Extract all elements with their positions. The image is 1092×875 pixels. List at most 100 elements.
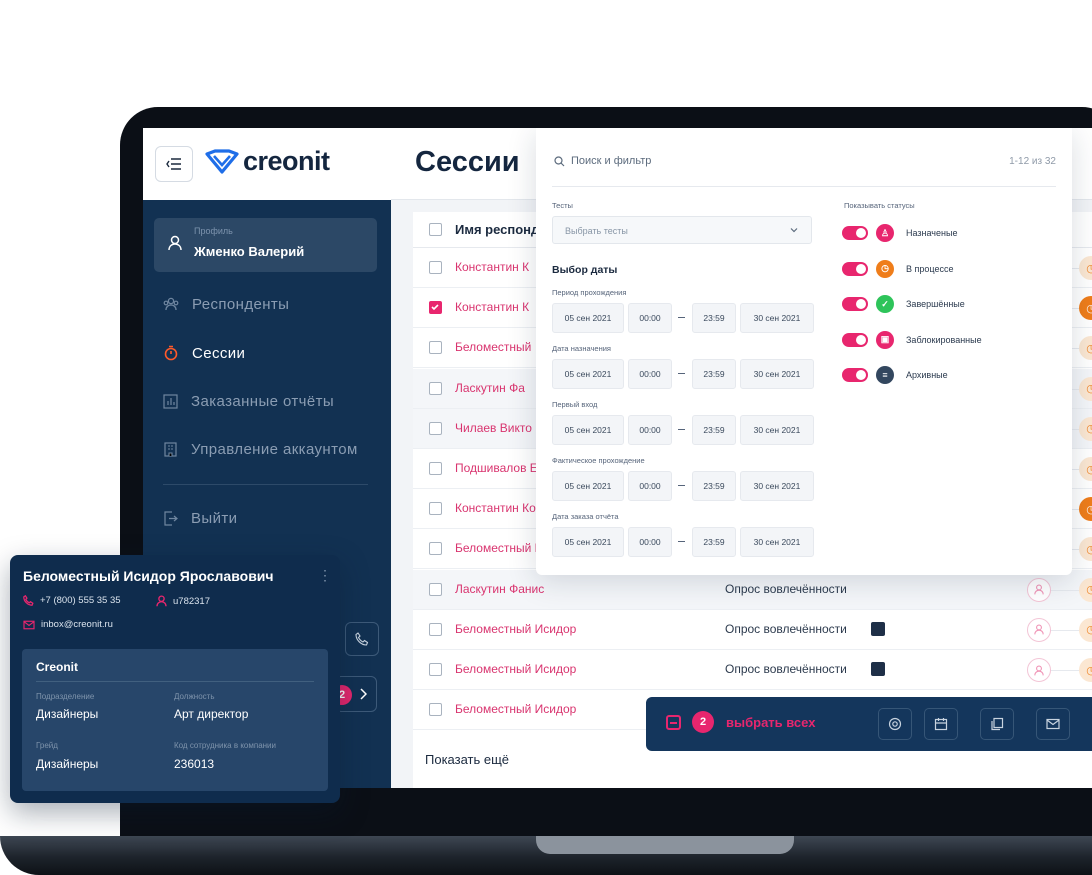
- date-from-input[interactable]: 05 сен 2021: [552, 471, 624, 501]
- chevron-right-icon: [360, 688, 367, 700]
- stage-progress-icon: ◷: [1079, 336, 1092, 361]
- sidebar-item-respondents[interactable]: Респонденты: [163, 292, 289, 316]
- sidebar-item-sessions[interactable]: Сессии: [163, 341, 245, 365]
- row-checkbox[interactable]: [429, 421, 442, 435]
- date-from-input[interactable]: 05 сен 2021: [552, 359, 624, 389]
- row-checkbox[interactable]: [429, 341, 442, 355]
- row-checkbox[interactable]: [429, 622, 442, 636]
- respondent-name[interactable]: Ласкутин Фа: [455, 381, 525, 395]
- schedule-action-button[interactable]: [924, 708, 958, 740]
- time-from-input[interactable]: 00:00: [628, 359, 672, 389]
- date-to-input[interactable]: 30 сен 2021: [740, 303, 814, 333]
- table-row[interactable]: Беломестный Исидор Опрос вовлечённости ◷: [413, 609, 1092, 650]
- status-toggle[interactable]: [842, 261, 868, 276]
- status-filter-row: ▣ Заблокированные: [842, 329, 982, 351]
- status-toggle[interactable]: [842, 297, 868, 311]
- status-toggle[interactable]: [842, 332, 868, 347]
- respondent-name[interactable]: Беломестный Исидор: [455, 622, 576, 636]
- date-from-input[interactable]: 05 сен 2021: [552, 415, 624, 445]
- table-row[interactable]: Ласкутин Фанис Опрос вовлечённости ◷: [413, 569, 1092, 610]
- respondent-name[interactable]: Беломестный Исидор: [455, 702, 576, 716]
- user-icon: [1034, 624, 1044, 635]
- range-dash: [678, 541, 685, 542]
- field-value: Дизайнеры: [36, 707, 99, 721]
- show-more-button[interactable]: Показать ещё: [425, 752, 509, 767]
- stage-progress-icon: ◷: [1079, 497, 1092, 522]
- contact-email[interactable]: inbox@creonit.ru: [23, 619, 113, 630]
- date-from-input[interactable]: 05 сен 2021: [552, 527, 624, 557]
- time-from-input[interactable]: 00:00: [628, 415, 672, 445]
- date-filter-label: Первый вход: [552, 400, 598, 409]
- date-to-input[interactable]: 30 сен 2021: [740, 471, 814, 501]
- respondent-name[interactable]: Беломестный: [455, 340, 531, 354]
- date-to-input[interactable]: 30 сен 2021: [740, 359, 814, 389]
- time-from-input[interactable]: 00:00: [628, 527, 672, 557]
- tests-select[interactable]: Выбрать тесты: [552, 216, 812, 244]
- select-all-checkbox[interactable]: [429, 223, 442, 236]
- stage-connector: [1051, 629, 1081, 631]
- survey-name: Опрос вовлечённости: [725, 581, 847, 596]
- time-to-input[interactable]: 23:59: [692, 359, 736, 389]
- mention-action-button[interactable]: [878, 708, 912, 740]
- logout-label: Выйти: [191, 509, 238, 527]
- contact-phone[interactable]: +7 (800) 555 35 35: [23, 595, 121, 606]
- row-checkbox[interactable]: [429, 301, 442, 315]
- column-header-name[interactable]: Имя респонд: [455, 222, 539, 237]
- respondent-name[interactable]: Константин К: [455, 300, 529, 314]
- contact-card: Беломестный Исидор Ярославович ⋮ +7 (800…: [10, 555, 340, 803]
- row-checkbox[interactable]: [429, 502, 442, 516]
- respondent-name[interactable]: Ласкутин Фанис: [455, 582, 544, 596]
- select-all-button[interactable]: выбрать всех: [726, 715, 815, 730]
- date-range-row: 05 сен 2021 00:00 23:59 30 сен 2021: [552, 527, 814, 557]
- time-to-input[interactable]: 23:59: [692, 471, 736, 501]
- row-checkbox[interactable]: [429, 381, 442, 395]
- row-checkbox[interactable]: [429, 462, 442, 475]
- row-checkbox[interactable]: [429, 663, 442, 676]
- profile-card[interactable]: Профиль Жменко Валерий: [154, 218, 377, 272]
- respondent-name[interactable]: Константин К: [455, 260, 529, 274]
- row-checkbox[interactable]: [429, 542, 442, 556]
- time-to-input[interactable]: 23:59: [692, 415, 736, 445]
- status-label: Завершённые: [906, 299, 965, 309]
- stage-connector: [1051, 589, 1081, 591]
- time-from-input[interactable]: 00:00: [628, 471, 672, 501]
- logo[interactable]: creonit: [205, 146, 330, 177]
- filter-search-input[interactable]: Поиск и фильтр: [554, 155, 651, 167]
- time-from-input[interactable]: 00:00: [628, 303, 672, 333]
- more-options-icon[interactable]: ⋮: [318, 567, 332, 584]
- stage-connector: [1051, 670, 1081, 671]
- copy-action-button[interactable]: [980, 708, 1014, 740]
- table-row[interactable]: Беломестный Исидор Опрос вовлечённости ◷: [413, 650, 1092, 690]
- menu-toggle-button[interactable]: [155, 146, 193, 182]
- stage-progress-icon: ◷: [1079, 416, 1092, 441]
- filter-panel: Поиск и фильтр 1-12 из 32 Тесты Выбрать …: [536, 128, 1072, 575]
- logo-text: creonit: [243, 146, 330, 176]
- respondent-name[interactable]: Беломестный Исидор: [455, 662, 576, 676]
- respondent-name[interactable]: Чилаев Викто: [455, 421, 532, 435]
- row-checkbox[interactable]: [429, 261, 442, 274]
- status-toggle[interactable]: [842, 226, 868, 240]
- date-to-input[interactable]: 30 сен 2021: [740, 527, 814, 557]
- sidebar-item-account[interactable]: Управление аккаунтом: [163, 437, 358, 461]
- sidebar-item-reports[interactable]: Заказанные отчёты: [163, 389, 334, 413]
- time-to-input[interactable]: 23:59: [692, 527, 736, 557]
- deselect-checkbox[interactable]: [666, 715, 681, 730]
- page-title: Сессии: [415, 146, 520, 178]
- report-doc-icon[interactable]: [871, 621, 885, 636]
- row-checkbox[interactable]: [429, 703, 442, 717]
- next-page-button[interactable]: 2: [332, 676, 377, 712]
- status-toggle[interactable]: [842, 368, 868, 382]
- call-button[interactable]: [345, 622, 379, 656]
- collapse-menu-icon: [166, 158, 181, 170]
- time-to-input[interactable]: 23:59: [692, 303, 736, 333]
- field-value: Арт директор: [174, 707, 249, 721]
- row-checkbox[interactable]: [429, 582, 442, 596]
- user-icon: ♙: [876, 224, 894, 242]
- report-doc-icon[interactable]: [871, 662, 885, 676]
- user-icon: [1034, 584, 1044, 595]
- chevron-down-icon: [790, 228, 798, 233]
- mail-action-button[interactable]: [1036, 708, 1070, 740]
- date-from-input[interactable]: 05 сен 2021: [552, 303, 624, 333]
- logout-button[interactable]: Выйти: [163, 506, 237, 530]
- date-to-input[interactable]: 30 сен 2021: [740, 415, 814, 445]
